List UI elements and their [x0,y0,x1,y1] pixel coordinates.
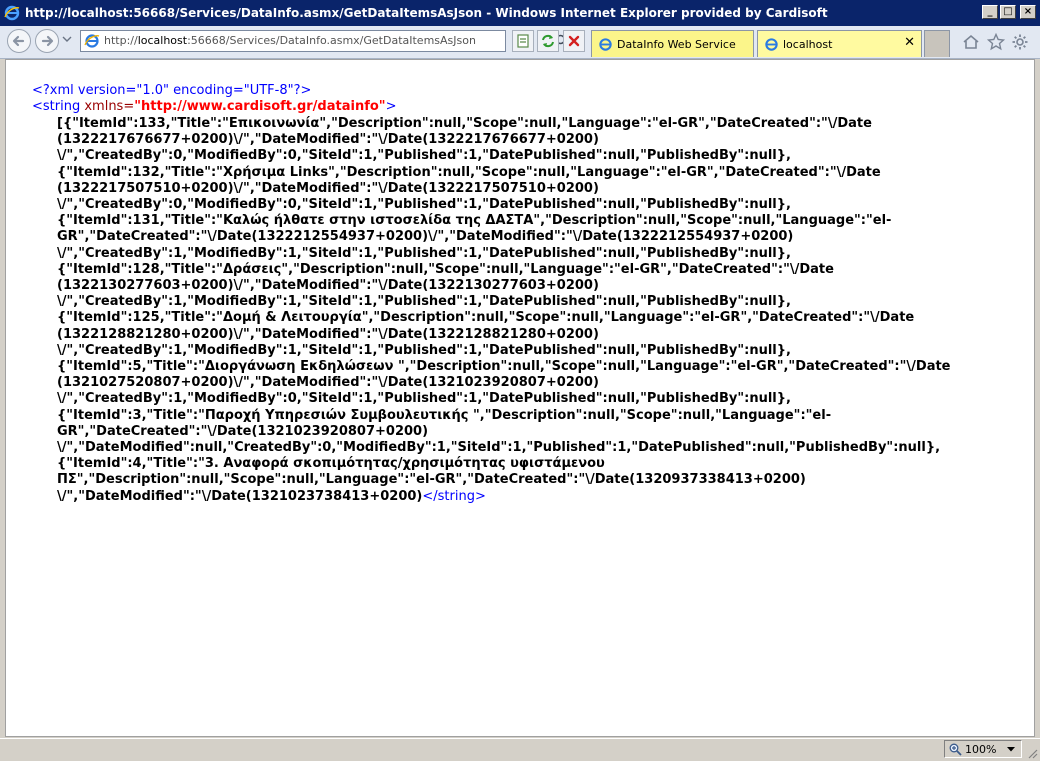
ie-page-icon [599,38,612,51]
json-line: ΠΣ","Description":null,"Scope":null,"Lan… [57,472,806,488]
window-titlebar[interactable]: http://localhost:56668/Services/DataInfo… [0,0,1040,26]
xml-open-tag: <string [32,99,81,115]
compatibility-view-icon [517,34,529,48]
url-prefix: http:// [104,34,138,47]
json-line: \/","CreatedBy":1,"ModifiedBy":1,"SiteId… [57,342,791,358]
json-line: \/","CreatedBy":1,"ModifiedBy":1,"SiteId… [57,245,791,261]
json-line: (1321027520807+0200)\/","DateModified":"… [57,375,599,391]
zoom-dropdown-icon[interactable] [1007,747,1015,752]
json-line: (1322130277603+0200)\/","DateModified":"… [57,278,599,294]
json-line-text: \/","DateModified":"\/Date(1321023738413… [57,488,423,504]
page-content[interactable]: <?xml version="1.0" encoding="UTF-8"?> <… [5,59,1035,737]
ie-page-icon [84,34,100,48]
xml-attribute-name: xmlns= [80,99,135,115]
compatibility-view-button[interactable] [512,30,534,52]
json-line: \/","CreatedBy":1,"ModifiedBy":0,"SiteId… [57,391,791,407]
json-line: {"ItemId":131,"Title":"Καλώς ήλθατε στην… [57,213,892,229]
xml-open-tag-end: > [385,99,397,115]
status-bar: 100% [0,738,1040,761]
forward-button[interactable] [35,29,59,53]
json-line: {"ItemId":125,"Title":"Δομή & Λειτουργία… [57,310,915,326]
back-button[interactable] [7,29,31,53]
stop-button[interactable] [563,30,585,52]
zoom-control[interactable]: 100% [944,740,1022,758]
forward-arrow-icon [41,35,54,47]
refresh-button[interactable] [537,30,559,52]
xml-attribute-value: "http://www.cardisoft.gr/datainfo" [134,99,386,115]
tab-label: DataInfo Web Service [617,38,736,51]
stop-icon [568,35,580,47]
refresh-icon [542,34,554,48]
json-string-content: [{"ItemId":133,"Title":"Επικοινωνία","De… [57,116,1007,505]
window-title: http://localhost:56668/Services/DataInfo… [25,6,828,20]
ie-logo-icon [4,5,20,21]
address-url[interactable]: http://localhost:56668/Services/DataInfo… [104,34,476,47]
xml-declaration: <?xml version="1.0" encoding="UTF-8"?> [32,83,312,98]
close-button[interactable]: × [1020,5,1036,19]
close-tab-icon[interactable]: ✕ [904,35,915,50]
maximize-button[interactable]: □ [1000,5,1016,19]
json-line: \/","DateModified":null,"CreatedBy":0,"M… [57,440,941,456]
zoom-level: 100% [965,743,997,756]
json-line: (1322217507510+0200)\/","DateModified":"… [57,180,599,196]
json-line: {"ItemId":128,"Title":"Δράσεις","Descrip… [57,261,834,277]
json-line: (1322128821280+0200)\/","DateModified":"… [57,326,599,342]
ie-page-icon [765,38,778,51]
resize-grip-icon[interactable] [1026,747,1038,759]
xml-close-tag: </string> [422,488,486,504]
back-arrow-icon [12,35,25,47]
gear-icon[interactable] [1011,33,1029,51]
xml-header: <?xml version="1.0" encoding="UTF-8"?> <… [32,83,396,115]
address-bar[interactable]: http://localhost:56668/Services/DataInfo… [80,30,582,52]
tab-localhost[interactable]: localhost ✕ [757,30,922,57]
json-line: \/","CreatedBy":1,"ModifiedBy":1,"SiteId… [57,294,791,310]
json-line: {"ItemId":132,"Title":"Χρήσιμα Links","D… [57,164,881,180]
json-line: {"ItemId":5,"Title":"Διοργάνωση Εκδηλώσε… [57,359,951,375]
json-line: \/","CreatedBy":0,"ModifiedBy":0,"SiteId… [57,197,791,213]
json-line: \/","DateModified":"\/Date(1321023738413… [57,489,1007,505]
json-line: (1322217676677+0200)\/","DateModified":"… [57,132,599,148]
json-line: {"ItemId":3,"Title":"Παροχή Υπηρεσιών Συ… [57,407,832,423]
tab-datainfo-web-service[interactable]: DataInfo Web Service [591,30,754,57]
json-line: \/","CreatedBy":0,"ModifiedBy":0,"SiteId… [57,148,791,164]
recent-pages-dropdown-icon[interactable] [62,35,72,43]
json-line: GR","DateCreated":"\/Date(1321023920807+… [57,423,429,439]
new-tab-button[interactable] [924,30,950,57]
tab-label: localhost [783,38,833,51]
zoom-icon [949,743,962,756]
json-line: GR","DateCreated":"\/Date(1322212554937+… [57,229,794,245]
browser-toolbar: http://localhost:56668/Services/DataInfo… [0,26,1040,59]
home-icon[interactable] [962,33,980,51]
url-path: :56668/Services/DataInfo.asmx/GetDataIte… [187,34,476,47]
minimize-button[interactable]: _ [982,5,998,19]
json-line: [{"ItemId":133,"Title":"Επικοινωνία","De… [57,116,872,131]
url-host: localhost [137,34,188,47]
favorites-star-icon[interactable] [987,33,1005,51]
json-line: {"ItemId":4,"Title":"3. Αναφορά σκοπιμότ… [57,456,605,472]
